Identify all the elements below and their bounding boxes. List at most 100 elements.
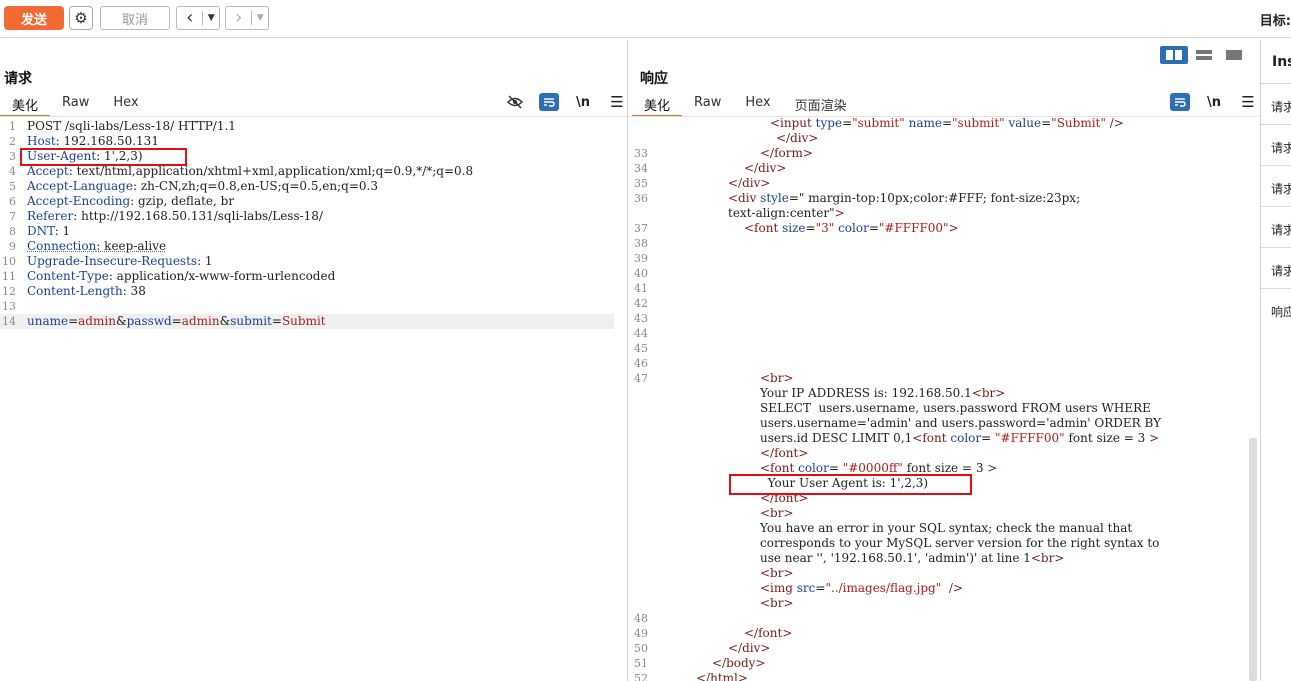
- code-line: 9 Connection: keep-alive: [0, 239, 626, 254]
- line-number: 4: [0, 164, 16, 179]
- code-token: >: [783, 506, 793, 520]
- response-editor-tools: \n ☰: [1170, 93, 1258, 111]
- code-text: You have an error in your SQL syntax; ch…: [760, 521, 1132, 536]
- send-button[interactable]: 发送: [4, 6, 64, 30]
- inspector-title: Ins: [1272, 54, 1291, 70]
- code-text: users.id DESC LIMIT 0,1<font color= "#FF…: [760, 431, 1159, 446]
- code-token: <br: [760, 596, 783, 610]
- target-label: 目标:: [1260, 10, 1291, 29]
- code-text: <input type="submit" name="submit" value…: [770, 116, 1124, 131]
- code-line: 49 </font>: [628, 626, 1250, 641]
- code-line: 47 <br>: [628, 371, 1250, 386]
- newline-icon[interactable]: \n: [1204, 93, 1224, 111]
- code-token: >: [782, 626, 792, 640]
- cancel-button[interactable]: 取消: [100, 6, 170, 30]
- forward-nav-button[interactable]: › ▼: [225, 6, 269, 30]
- body-token: Submit: [282, 314, 326, 328]
- inspector-item[interactable]: 请求: [1261, 206, 1291, 247]
- header-value: : 38: [123, 284, 146, 298]
- code-line: 14 uname=admin&passwd=admin&submit=Submit: [0, 314, 614, 329]
- code-token: color: [834, 221, 869, 235]
- code-text: <br>: [760, 371, 794, 386]
- code-text: Accept: text/html,application/xhtml+xml,…: [27, 164, 473, 179]
- code-text: </font>: [760, 446, 808, 461]
- inspector-item[interactable]: 请求: [1261, 247, 1291, 288]
- code-token: <font: [912, 431, 946, 445]
- line-number: 41: [628, 281, 648, 296]
- wrap-icon[interactable]: [539, 93, 559, 111]
- inspector-item[interactable]: 响应: [1261, 288, 1291, 329]
- code-line: 48: [628, 611, 1250, 626]
- tab-pretty[interactable]: 美化: [632, 93, 682, 117]
- split-horizontal-icon[interactable]: [1160, 46, 1188, 64]
- code-token: <br: [760, 371, 783, 385]
- gear-icon[interactable]: ⚙: [69, 6, 93, 30]
- header-value: : zh-CN,zh;q=0.8,en-US;q=0.5,en;q=0.3: [133, 179, 378, 193]
- code-line: 43: [628, 311, 1250, 326]
- line-number: 45: [628, 341, 648, 356]
- code-line: <br>: [628, 566, 1250, 581]
- split-vertical-icon[interactable]: [1190, 46, 1218, 64]
- back-nav-button[interactable]: ‹ ▼: [176, 6, 220, 30]
- code-text: <img src="../images/flag.jpg" />: [760, 581, 963, 596]
- code-line: <br>: [628, 596, 1250, 611]
- response-editor[interactable]: <input type="submit" name="submit" value…: [628, 116, 1250, 681]
- inspector-item[interactable]: 请求: [1261, 124, 1291, 165]
- line-number: 33: [628, 146, 648, 161]
- single-view-icon[interactable]: [1220, 46, 1248, 64]
- tab-hex[interactable]: Hex: [733, 93, 782, 117]
- code-token: "../images/flag.jpg": [825, 581, 941, 595]
- code-token: >: [760, 176, 770, 190]
- code-line: 35 </div>: [628, 176, 1250, 191]
- code-line: 41: [628, 281, 1250, 296]
- tab-pretty[interactable]: 美化: [0, 93, 50, 117]
- code-text: Content-Length: 38: [27, 284, 146, 299]
- code-line: 5 Accept-Language: zh-CN,zh;q=0.8,en-US;q…: [0, 179, 626, 194]
- header-name: Referer: [27, 209, 73, 223]
- code-text: Upgrade-Insecure-Requests: 1: [27, 254, 213, 269]
- code-text: corresponds to your MySQL server version…: [760, 536, 1159, 551]
- code-text: <div style=" margin-top:10px;color:#FFF;…: [728, 191, 1080, 206]
- menu-icon[interactable]: ☰: [1238, 93, 1258, 111]
- code-token: >: [995, 386, 1005, 400]
- code-line: 12 Content-Length: 38: [0, 284, 626, 299]
- code-text: </body>: [712, 656, 766, 671]
- header-name: Accept-Language: [27, 179, 133, 193]
- tab-raw[interactable]: Raw: [50, 93, 101, 117]
- tab-hex[interactable]: Hex: [101, 93, 150, 117]
- menu-icon[interactable]: ☰: [607, 93, 627, 111]
- code-line: <img src="../images/flag.jpg" />: [628, 581, 1250, 596]
- code-line: 7 Referer: http://192.168.50.131/sqli-lab…: [0, 209, 626, 224]
- code-text: Accept-Language: zh-CN,zh;q=0.8,en-US;q=…: [27, 179, 378, 194]
- code-token: >: [783, 371, 793, 385]
- line-number: 37: [628, 221, 648, 236]
- code-token: value: [1005, 116, 1041, 130]
- line-number: 50: [628, 641, 648, 656]
- code-token: >: [835, 206, 845, 220]
- inspector-item[interactable]: 请求: [1261, 83, 1291, 124]
- chevron-down-icon[interactable]: ▼: [203, 13, 219, 23]
- wrap-icon[interactable]: [1170, 93, 1190, 111]
- chevron-down-icon[interactable]: ▼: [252, 13, 268, 23]
- body-token: &: [116, 314, 127, 328]
- header-value: : 1: [55, 224, 71, 238]
- chevron-left-icon[interactable]: ‹: [177, 7, 202, 29]
- scrollbar[interactable]: [1249, 438, 1257, 681]
- body-token: admin: [182, 314, 220, 328]
- tab-render[interactable]: 页面渲染: [783, 93, 859, 117]
- code-line: 2 Host: 192.168.50.131: [0, 134, 626, 149]
- chevron-right-icon[interactable]: ›: [226, 7, 251, 29]
- code-line: 37 <font size="3" color="#FFFF00">: [628, 221, 1250, 236]
- eye-off-icon[interactable]: [505, 93, 525, 111]
- header-name: Content-Type: [27, 269, 109, 283]
- code-line: 51 </body>: [628, 656, 1250, 671]
- code-token: >: [949, 221, 959, 235]
- inspector-item[interactable]: 请求: [1261, 165, 1291, 206]
- code-token: </div: [744, 161, 776, 175]
- code-line: You have an error in your SQL syntax; ch…: [628, 521, 1250, 536]
- tab-raw[interactable]: Raw: [682, 93, 733, 117]
- line-number: 12: [0, 284, 16, 299]
- request-tab-underline: [0, 116, 626, 117]
- newline-icon[interactable]: \n: [573, 93, 593, 111]
- code-text: <br>: [760, 596, 794, 611]
